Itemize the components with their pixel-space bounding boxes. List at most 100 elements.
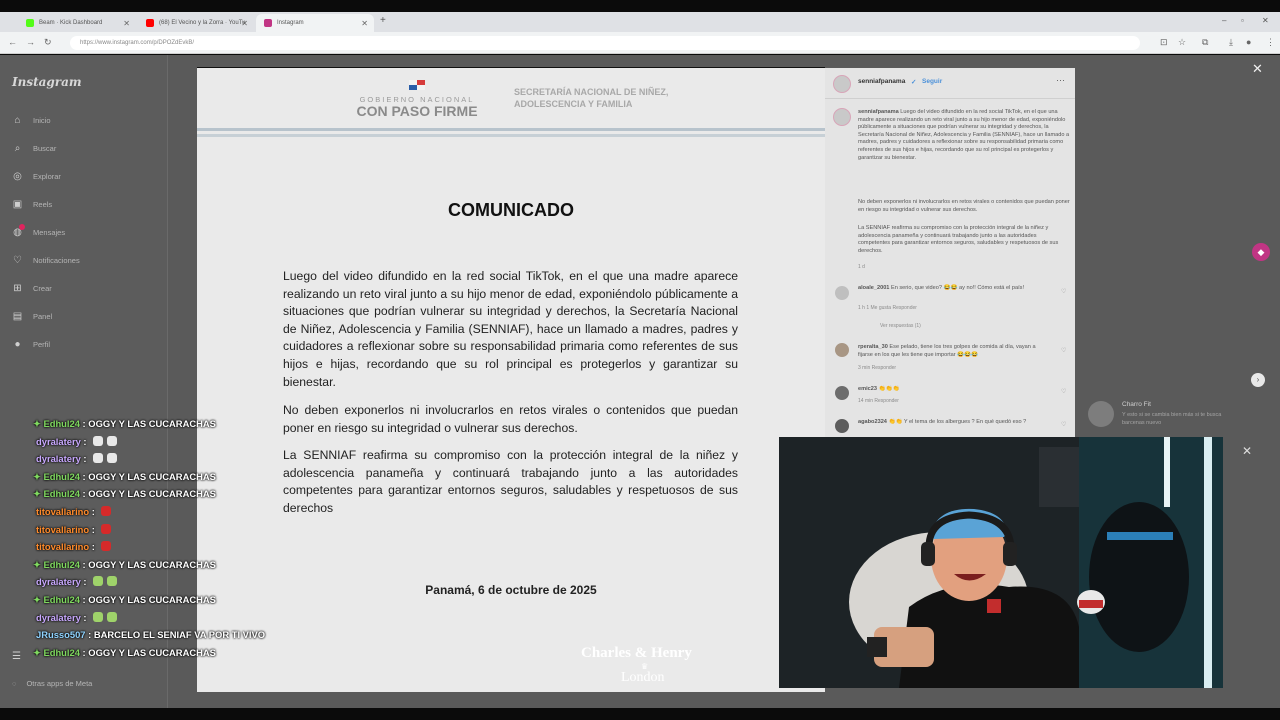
post-username[interactable]: senniafpanama <box>858 78 905 85</box>
caption-username[interactable]: senniafpanama <box>858 109 899 115</box>
chat-username: Edhul24 <box>43 594 80 605</box>
profile-avatar-icon[interactable]: ● <box>1246 37 1251 47</box>
window-close-icon[interactable]: ✕ <box>1262 16 1269 25</box>
comment-username[interactable]: agabo2324 <box>858 419 887 425</box>
comment-text: En serio, que video? 😂😂 ay no!! Cómo est… <box>890 285 1025 291</box>
close-tab-icon[interactable]: ✕ <box>361 19 368 28</box>
forward-icon[interactable]: → <box>26 37 35 47</box>
meta-icon: ◌ <box>12 679 17 688</box>
comment: aloale_2001 En serio, que video? 😂😂 ay n… <box>858 285 1046 293</box>
back-icon[interactable]: ← <box>8 37 17 47</box>
follow-button[interactable]: Seguir <box>922 78 942 85</box>
comment-meta[interactable]: 1 h 1 Me gusta Responder <box>858 305 917 311</box>
avatar[interactable] <box>833 108 851 126</box>
chat-emote-icon <box>107 611 118 622</box>
browser-tab-bar: Beam · Kick Dashboard ✕ (68) El Vecino y… <box>0 12 1280 32</box>
comment-username[interactable]: rperalta_30 <box>858 344 888 350</box>
options-icon[interactable]: ··· <box>1056 75 1065 85</box>
chat-username: dyralatery <box>36 435 81 447</box>
sidebar-item-explorar[interactable]: ◎ Explorar <box>12 171 61 182</box>
chat-message: dyralatery : <box>36 453 118 464</box>
instagram-sidebar: Instagram ⌂ Inicio ⌕ Buscar ◎ Explorar ▣ Reels ◍… <box>0 55 168 708</box>
post-caption: senniafpanama Luego del video difundido … <box>858 109 1070 162</box>
suggestion-card[interactable]: Charro Fit Y esto si se cambia bien más … <box>1088 395 1248 435</box>
tab-instagram[interactable]: Instagram ✕ <box>256 14 374 32</box>
chat-message: ✦ Edhul24 : OGGY Y LAS CUCARACHAS <box>33 594 216 606</box>
view-replies-link[interactable]: Ver respuestas (1) <box>880 323 921 329</box>
like-heart-icon[interactable]: ♡ <box>1061 421 1066 428</box>
sidebar-item-perfil[interactable]: ● Perfil <box>12 339 50 350</box>
avatar[interactable] <box>835 343 849 357</box>
sidebar-item-notificaciones[interactable]: ♡ Notificaciones <box>12 255 80 266</box>
chat-emote-icon <box>93 435 104 446</box>
like-heart-icon[interactable]: ♡ <box>1061 288 1066 295</box>
sidebar-item-panel[interactable]: ▤ Panel <box>12 311 52 322</box>
next-post-arrow-icon[interactable]: › <box>1251 373 1265 387</box>
sidebar-item-inicio[interactable]: ⌂ Inicio <box>12 115 51 126</box>
chat-separator: : <box>80 576 90 588</box>
subscriber-badge-icon: ✦ <box>33 558 44 570</box>
comment-username[interactable]: emic23 <box>858 386 877 392</box>
chat-text: OGGY Y LAS CUCARACHAS <box>88 418 216 429</box>
subscriber-badge-icon: ✦ <box>33 470 44 482</box>
menu-kebab-icon[interactable]: ⋮ <box>1266 37 1275 48</box>
divider <box>825 98 1075 99</box>
minimize-icon[interactable]: – <box>1222 16 1226 25</box>
close-post-icon[interactable]: ✕ <box>1252 61 1263 77</box>
chat-username: Edhul24 <box>43 558 80 570</box>
kick-favicon-icon <box>26 19 34 27</box>
chat-emote-icon <box>93 453 104 464</box>
install-icon[interactable]: ⊡ <box>1160 37 1168 48</box>
reload-icon[interactable]: ↻ <box>44 37 52 48</box>
comment-meta[interactable]: 14 min Responder <box>858 398 899 404</box>
document-title: COMUNICADO <box>448 200 574 220</box>
maximize-icon[interactable]: ▫ <box>1241 16 1244 25</box>
document-date: Panamá, 6 de octubre de 2025 <box>425 583 597 597</box>
comment-username[interactable]: aloale_2001 <box>858 285 889 291</box>
like-heart-icon[interactable]: ♡ <box>1061 347 1066 354</box>
avatar <box>1088 401 1114 427</box>
avatar[interactable] <box>835 386 849 400</box>
more-menu-icon[interactable]: ☰ <box>12 651 21 662</box>
avatar[interactable] <box>835 419 849 433</box>
close-webcam-icon[interactable]: ✕ <box>1242 444 1252 458</box>
instagram-logo[interactable]: Instagram <box>12 75 82 89</box>
like-heart-icon[interactable]: ♡ <box>1061 388 1066 395</box>
sidebar-item-buscar[interactable]: ⌕ Buscar <box>12 143 57 154</box>
close-tab-icon[interactable]: ✕ <box>123 19 130 28</box>
home-icon: ⌂ <box>14 115 21 126</box>
tab-kick[interactable]: Beam · Kick Dashboard ✕ <box>18 14 136 32</box>
sidebar-item-label: Inicio <box>33 116 51 125</box>
sidebar-item-label: Panel <box>33 312 53 321</box>
sidebar-item-label: Crear <box>33 284 52 293</box>
tab-youtube[interactable]: (68) El Vecino y la Zorra · YouTu ✕ <box>138 14 254 32</box>
meta-apps-link[interactable]: ◌ Otras apps de Meta <box>12 679 92 688</box>
webcam-overlay <box>779 437 1223 688</box>
comment: rperalta_30 Ese pelado, tiene los tres g… <box>858 344 1046 359</box>
bookmark-star-icon[interactable]: ☆ <box>1178 37 1186 48</box>
sidebar-item-reels[interactable]: ▣ Reels <box>12 199 52 210</box>
sidebar-item-mensajes[interactable]: ◍ Mensajes <box>12 224 65 238</box>
chat-message: ✦ Edhul24 : OGGY Y LAS CUCARACHAS <box>33 559 216 571</box>
url-field[interactable]: https://www.instagram.com/p/DPOZdEvkB/ <box>70 36 1140 50</box>
sidebar-item-crear[interactable]: ⊞ Crear <box>12 283 52 294</box>
comment-meta[interactable]: 3 min Responder <box>858 365 896 371</box>
header-rule <box>197 128 825 131</box>
document-paragraph: La SENNIAF reafirma su compromiso con la… <box>283 448 738 515</box>
avatar[interactable] <box>833 75 851 93</box>
gem-icon[interactable]: ◆ <box>1252 243 1270 261</box>
chat-emote-icon <box>93 611 104 622</box>
chat-separator: : <box>89 506 98 517</box>
dashboard-icon: ▤ <box>12 311 23 322</box>
sidebar-item-label: Notificaciones <box>33 256 80 265</box>
sidebar-item-label: Buscar <box>33 144 57 153</box>
header-rule <box>197 134 825 137</box>
chat-username: Edhul24 <box>43 418 80 429</box>
close-tab-icon[interactable]: ✕ <box>241 19 248 28</box>
downloads-icon[interactable]: ⤓ <box>1229 37 1233 48</box>
chat-text: OGGY Y LAS CUCARACHAS <box>88 594 216 605</box>
chat-text: OGGY Y LAS CUCARACHAS <box>88 558 216 570</box>
new-tab-button[interactable]: + <box>380 15 386 26</box>
extensions-icon[interactable]: ⧉ <box>1202 37 1208 48</box>
avatar[interactable] <box>835 286 849 300</box>
